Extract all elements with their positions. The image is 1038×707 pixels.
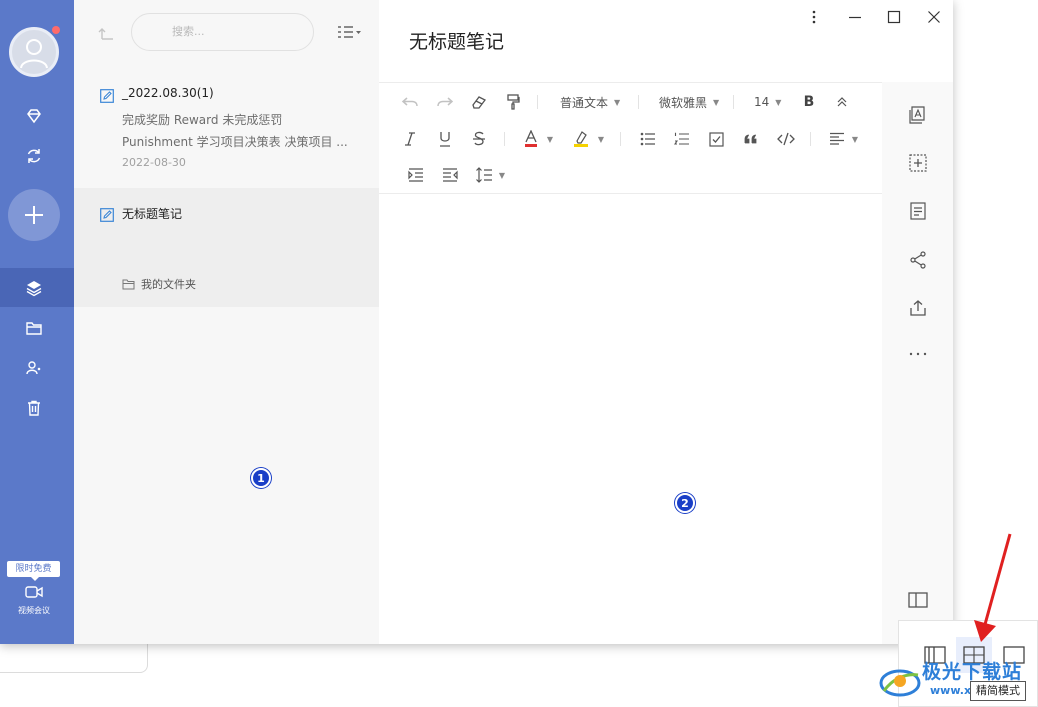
chevron-down-icon: ▼ [614, 97, 621, 107]
redo-icon[interactable] [434, 91, 456, 113]
avatar[interactable] [9, 27, 59, 77]
indent-icon[interactable] [405, 164, 427, 186]
line-height-icon[interactable] [473, 164, 495, 186]
title-divider [379, 82, 882, 83]
shared-users-icon[interactable] [23, 357, 45, 379]
note-snippet-line2: Punishment 学习项目决策表 决策项目 ... [122, 135, 348, 149]
editor-pane: 无标题笔记 普通文本 ▼ 微软雅黑 ▼ 14 ▼ B ▼ ▼ ▼ ▼ [379, 0, 953, 644]
paragraph-style-value: 普通文本 [560, 95, 609, 110]
italic-icon[interactable] [399, 128, 421, 150]
note-date: 2022-08-30 [122, 156, 186, 169]
note-title: _2022.08.30(1) [122, 86, 214, 100]
quote-icon[interactable] [740, 128, 762, 150]
list-item-active[interactable]: 无标题笔记 我的文件夹 [74, 188, 379, 307]
free-promo-badge: 限时免费 [7, 561, 60, 581]
more-horizontal-icon[interactable] [908, 344, 928, 364]
strikethrough-icon[interactable] [468, 128, 490, 150]
list-item[interactable]: _2022.08.30(1) 完成奖励 Reward 未完成惩罚 Punishm… [74, 80, 379, 188]
sync-icon[interactable] [23, 145, 45, 167]
font-size-select[interactable]: 14 ▼ [754, 91, 781, 113]
notification-dot [52, 26, 60, 34]
outdent-icon[interactable] [439, 164, 461, 186]
toolbar-separator [733, 95, 734, 109]
watermark-logo-icon [879, 669, 921, 697]
align-left-icon[interactable] [826, 128, 848, 150]
watermark-text: 极光下载站 [922, 661, 1023, 683]
app-window: 限时免费 视频会议 搜索... _2022.08.30(1) 完成奖励 Rewa… [0, 0, 953, 644]
note-title-field[interactable]: 无标题笔记 [409, 27, 504, 54]
insert-block-icon[interactable] [908, 153, 928, 173]
eraser-icon[interactable] [468, 91, 490, 113]
code-icon[interactable] [775, 128, 797, 150]
note-body-editor[interactable] [379, 194, 882, 644]
font-style-panel-icon[interactable] [908, 105, 928, 125]
toolbar-separator [638, 95, 639, 109]
left-rail: 限时免费 视频会议 [0, 0, 74, 644]
bullet-list-icon[interactable] [637, 128, 659, 150]
list-view-options-icon[interactable] [336, 24, 362, 40]
numbered-list-icon[interactable] [671, 128, 693, 150]
note-folder: 我的文件夹 [122, 276, 196, 292]
screenshot-stage: 限时免费 视频会议 搜索... _2022.08.30(1) 完成奖励 Rewa… [0, 0, 1038, 707]
folder-icon [122, 279, 135, 289]
close-icon[interactable] [924, 7, 944, 27]
annotation-marker-2: 2 [675, 493, 695, 513]
font-size-value: 14 [754, 95, 770, 109]
trash-icon[interactable] [23, 397, 45, 419]
note-edit-icon [100, 207, 114, 222]
plus-icon [25, 206, 43, 224]
vip-diamond-icon[interactable] [23, 105, 45, 127]
format-painter-icon[interactable] [502, 91, 524, 113]
collapse-toolbar-icon[interactable] [831, 91, 853, 113]
compact-mode-tooltip: 精简模式 [970, 681, 1026, 701]
font-family-value: 微软雅黑 [659, 95, 708, 110]
new-note-button[interactable] [8, 189, 60, 241]
toolbar-separator [810, 132, 811, 146]
highlight-color-icon[interactable] [570, 128, 592, 150]
chevron-down-icon[interactable]: ▼ [496, 164, 508, 186]
share-icon[interactable] [908, 250, 928, 270]
background-window-edge [0, 640, 148, 673]
maximize-icon[interactable] [884, 7, 904, 27]
note-snippet-line1: 完成奖励 Reward 未完成惩罚 [122, 113, 283, 127]
video-meeting-label[interactable]: 视频会议 [10, 605, 58, 616]
export-upload-icon[interactable] [908, 298, 928, 318]
outline-document-icon[interactable] [908, 201, 928, 221]
user-icon [20, 39, 48, 69]
video-camera-icon[interactable] [23, 581, 45, 603]
red-arrow-annotation [974, 533, 1012, 642]
toolbar-separator [620, 132, 621, 146]
all-notes-layers-icon[interactable] [23, 277, 45, 299]
note-folder-label: 我的文件夹 [141, 278, 196, 291]
chevron-down-icon: ▼ [713, 97, 720, 107]
bold-button[interactable]: B [798, 91, 820, 113]
paragraph-style-select[interactable]: 普通文本 ▼ [560, 91, 620, 113]
folder-icon[interactable] [23, 317, 45, 339]
chevron-down-icon[interactable]: ▼ [849, 128, 861, 150]
more-vertical-icon[interactable] [804, 7, 824, 27]
toolbar-separator [537, 95, 538, 109]
chevron-down-icon[interactable]: ▼ [544, 128, 556, 150]
undo-icon[interactable] [399, 91, 421, 113]
chevron-down-icon[interactable]: ▼ [595, 128, 607, 150]
note-list-panel: 搜索... _2022.08.30(1) 完成奖励 Reward 未完成惩罚 P… [74, 0, 379, 644]
font-color-icon[interactable] [520, 128, 542, 150]
checklist-icon[interactable] [705, 128, 727, 150]
note-title: 无标题笔记 [122, 207, 183, 221]
layout-split-icon[interactable] [908, 590, 928, 610]
annotation-marker-1: 1 [251, 468, 271, 488]
note-edit-icon [100, 88, 114, 103]
minimize-icon[interactable] [845, 7, 865, 27]
font-family-select[interactable]: 微软雅黑 ▼ [659, 91, 719, 113]
underline-icon[interactable] [434, 128, 456, 150]
side-actions-column [882, 82, 953, 644]
search-input[interactable]: 搜索... [131, 13, 314, 51]
chevron-down-icon: ▼ [775, 97, 782, 107]
toolbar-separator [504, 132, 505, 146]
up-level-icon[interactable] [97, 24, 115, 42]
